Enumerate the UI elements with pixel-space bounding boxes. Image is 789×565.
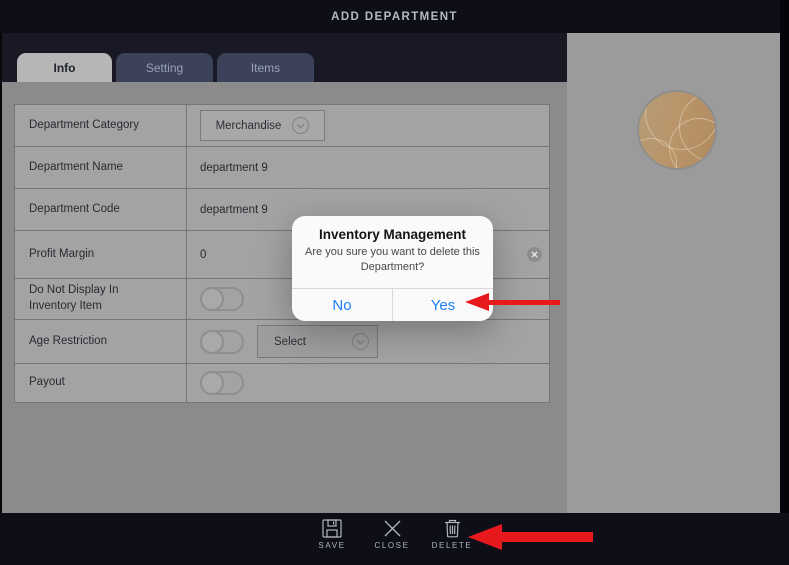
toggle-knob <box>200 371 224 395</box>
age-restriction-toggle[interactable] <box>200 330 244 354</box>
close-label: CLOSE <box>374 541 409 550</box>
action-bar: SAVE CLOSE <box>0 513 789 565</box>
no-button[interactable]: No <box>292 289 392 321</box>
tab-setting-label: Setting <box>146 61 183 75</box>
app-window: ADD DEPARTMENT Info Setting Items Depart… <box>0 0 789 565</box>
tab-items[interactable]: Items <box>217 53 314 82</box>
payout-toggle[interactable] <box>200 371 244 395</box>
annotation-arrow-yes <box>465 293 560 311</box>
header-bar: ADD DEPARTMENT <box>0 0 789 33</box>
tab-bar: Info Setting Items <box>2 33 567 82</box>
row-age-restriction: Age Restriction Select <box>15 320 549 364</box>
close-button[interactable]: CLOSE <box>370 519 414 550</box>
department-name-input[interactable]: department 9 <box>187 147 549 188</box>
department-category-dropdown[interactable]: Merchandise <box>200 110 325 141</box>
profit-margin-input[interactable]: 0 <box>200 249 206 261</box>
tab-info[interactable]: Info <box>17 53 112 82</box>
dropdown-value: Select <box>274 336 306 348</box>
row-department-category: Department Category Merchandise <box>15 105 549 147</box>
tab-info-label: Info <box>54 61 76 75</box>
department-image[interactable] <box>637 90 717 170</box>
department-image-panel <box>567 33 780 513</box>
tab-setting[interactable]: Setting <box>116 53 213 82</box>
row-department-name: Department Name department 9 <box>15 147 549 189</box>
tab-items-label: Items <box>251 61 280 75</box>
field-label: Payout <box>15 364 187 402</box>
dialog-message: Are you sure you want to delete this Dep… <box>301 245 485 274</box>
field-label: Department Name <box>15 147 187 188</box>
toggle-knob <box>200 287 224 311</box>
save-icon <box>322 519 342 538</box>
field-label: Department Code <box>15 189 187 230</box>
chevron-down-icon <box>292 117 309 134</box>
field-label: Profit Margin <box>15 231 187 278</box>
save-label: SAVE <box>318 541 345 550</box>
annotation-arrow-delete <box>468 524 593 550</box>
field-label: Department Category <box>15 105 187 146</box>
trash-icon <box>444 519 461 538</box>
close-icon <box>383 519 402 538</box>
dialog-title: Inventory Management <box>292 227 493 242</box>
page-title: ADD DEPARTMENT <box>331 11 458 23</box>
field-label: Do Not Display In Inventory Item <box>15 279 187 319</box>
age-restriction-dropdown[interactable]: Select <box>257 325 378 358</box>
chevron-down-icon <box>352 333 369 350</box>
window-edge <box>780 0 789 565</box>
do-not-display-toggle[interactable] <box>200 287 244 311</box>
toggle-knob <box>200 330 224 354</box>
save-button[interactable]: SAVE <box>310 519 354 550</box>
clear-field-icon[interactable] <box>527 247 542 262</box>
field-label: Age Restriction <box>15 320 187 363</box>
row-payout: Payout <box>15 364 549 402</box>
dropdown-value: Merchandise <box>216 120 282 132</box>
delete-label: DELETE <box>432 541 473 550</box>
confirm-delete-dialog: Inventory Management Are you sure you wa… <box>292 216 493 321</box>
